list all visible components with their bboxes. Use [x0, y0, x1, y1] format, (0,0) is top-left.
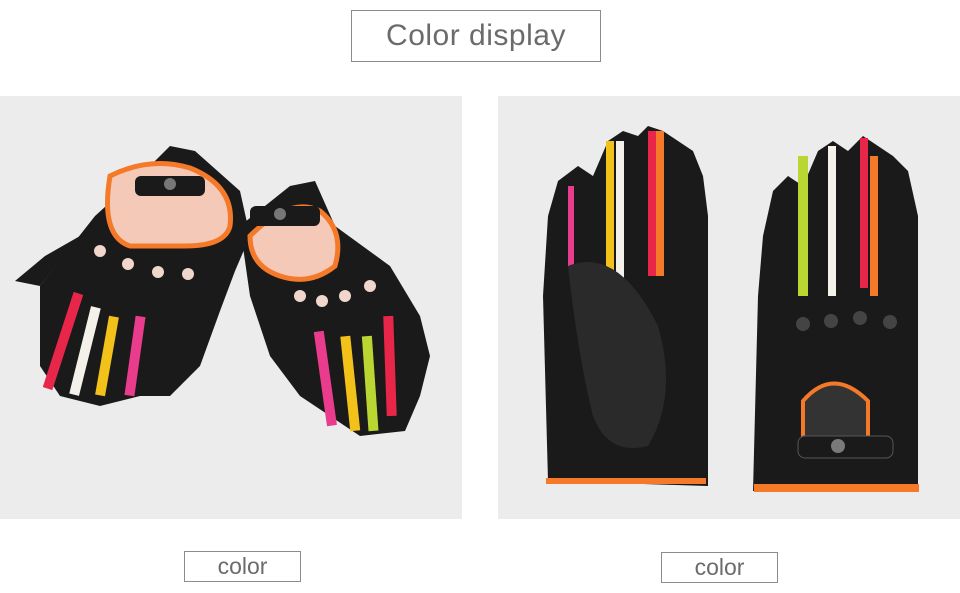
product-photo-pair	[0, 96, 462, 519]
right-glove	[240, 181, 430, 436]
product-caption: color	[661, 552, 778, 583]
product-caption: color	[184, 551, 301, 582]
palm-glove	[543, 126, 708, 486]
back-glove	[753, 136, 919, 492]
product-photo-views	[498, 96, 960, 519]
gloves-pair-image	[15, 146, 430, 436]
left-glove	[15, 146, 250, 406]
gloves-views-image	[543, 126, 919, 492]
page-title: Color display	[351, 10, 601, 62]
